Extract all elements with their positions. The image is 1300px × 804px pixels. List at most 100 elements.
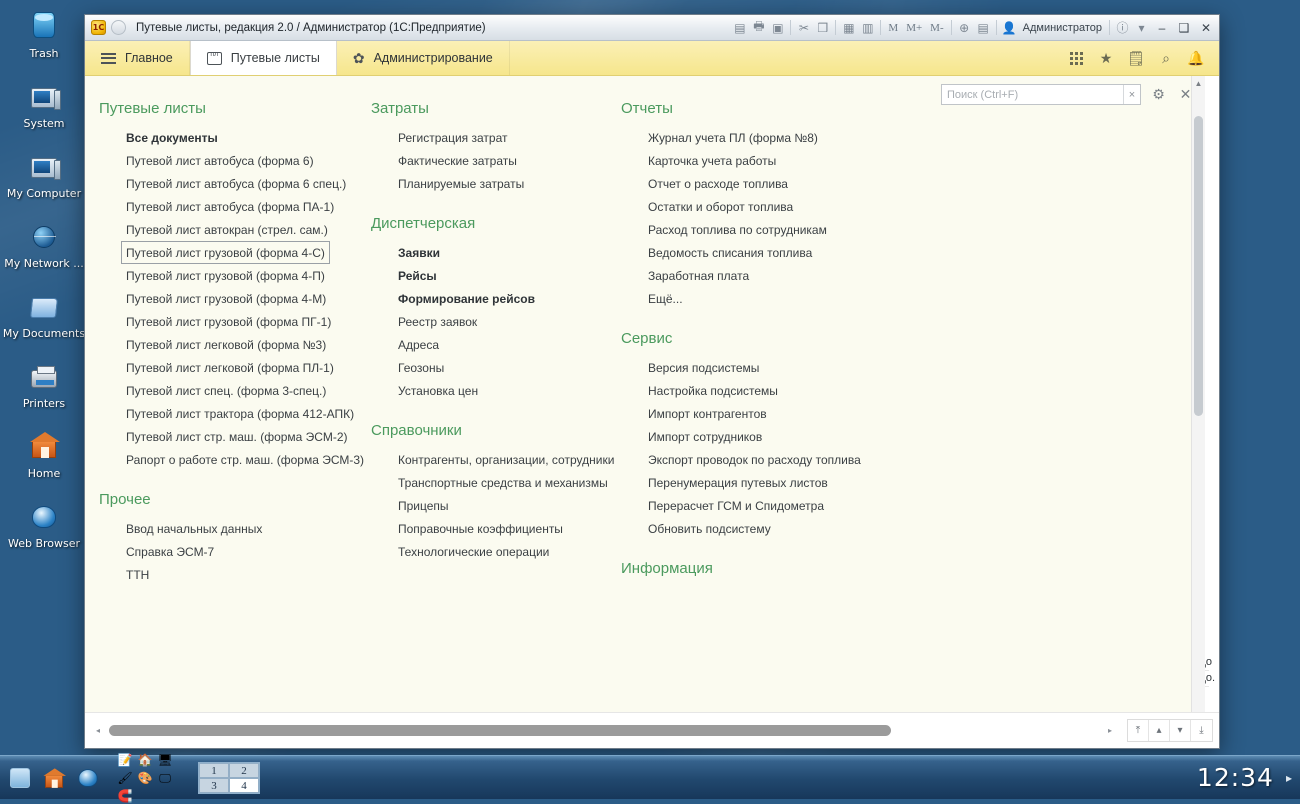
- home-icon[interactable]: 🏠: [136, 752, 154, 768]
- menu-item[interactable]: Путевой лист автобуса (форма 6 спец.): [121, 172, 351, 195]
- menu-item[interactable]: Импорт сотрудников: [643, 425, 767, 448]
- zoom-icon[interactable]: ⊕: [955, 18, 974, 37]
- help-icon[interactable]: ⓘ: [1113, 18, 1132, 37]
- minimize-button[interactable]: –: [1151, 18, 1173, 37]
- menu-item[interactable]: Путевой лист автокран (стрел. сам.): [121, 218, 333, 241]
- taskbar-web-browser-icon[interactable]: [76, 766, 100, 790]
- scrollbar-thumb[interactable]: [109, 725, 891, 736]
- section-main[interactable]: Главное: [85, 41, 190, 75]
- menu-item[interactable]: Путевой лист грузовой (форма ПГ-1): [121, 310, 336, 333]
- apps-grid-icon[interactable]: [1063, 45, 1089, 71]
- menu-item[interactable]: Ввод начальных данных: [121, 517, 267, 540]
- go-first-button[interactable]: ⤒: [1128, 720, 1149, 741]
- menu-item[interactable]: Путевой лист трактора (форма 412-АПК): [121, 402, 359, 425]
- menu-item[interactable]: Контрагенты, организации, сотрудники: [393, 448, 619, 471]
- cut-icon[interactable]: ✂: [794, 18, 813, 37]
- current-user-label[interactable]: Администратор: [1019, 22, 1106, 34]
- go-down-button[interactable]: ▾: [1170, 720, 1191, 741]
- memory-subtract-button[interactable]: M-: [926, 22, 947, 34]
- menu-item[interactable]: Карточка учета работы: [643, 149, 781, 172]
- menu-item[interactable]: Остатки и оборот топлива: [643, 195, 798, 218]
- workspace-1[interactable]: 1: [199, 763, 229, 778]
- paint-icon[interactable]: 🎨: [136, 770, 154, 786]
- menu-item[interactable]: Регистрация затрат: [393, 126, 512, 149]
- back-button[interactable]: [111, 20, 126, 35]
- desktop-icon-home[interactable]: Home: [0, 432, 88, 480]
- save-icon[interactable]: ▤: [730, 18, 749, 37]
- menu-item[interactable]: Путевой лист спец. (форма 3-спец.): [121, 379, 331, 402]
- terminal-icon[interactable]: 🖥: [156, 752, 174, 768]
- menu-item[interactable]: Импорт контрагентов: [643, 402, 772, 425]
- search-input[interactable]: [942, 85, 1123, 104]
- menu-item[interactable]: Путевой лист легковой (форма №3): [121, 333, 331, 356]
- chevron-down-icon[interactable]: ▾: [1132, 18, 1151, 37]
- menu-item[interactable]: Перерасчет ГСМ и Спидометра: [643, 494, 829, 517]
- desktop-icon-web-browser[interactable]: Web Browser: [0, 502, 88, 550]
- menu-item[interactable]: Прицепы: [393, 494, 454, 517]
- menu-item[interactable]: Настройка подсистемы: [643, 379, 783, 402]
- calculator-icon[interactable]: ▦: [839, 18, 858, 37]
- scrollbar-thumb[interactable]: [1194, 116, 1203, 416]
- print-preview-icon[interactable]: ▣: [768, 18, 787, 37]
- menu-item[interactable]: Обновить подсистему: [643, 517, 776, 540]
- panel-vertical-scrollbar[interactable]: ▲ ▼: [1191, 76, 1205, 748]
- menu-item[interactable]: Заработная плата: [643, 264, 754, 287]
- menu-item[interactable]: Технологические операции: [393, 540, 554, 563]
- menu-item-waybill-form-4s[interactable]: Путевой лист грузовой (форма 4-С): [121, 241, 330, 264]
- taskbar-home-icon[interactable]: [42, 766, 66, 790]
- magnet-icon[interactable]: 🧲: [116, 788, 134, 804]
- copy-icon[interactable]: ❒: [813, 18, 832, 37]
- menu-item[interactable]: Путевой лист стр. маш. (форма ЭСМ-2): [121, 425, 353, 448]
- menu-item-trip-formation[interactable]: Формирование рейсов: [393, 287, 540, 310]
- menu-item[interactable]: Справка ЭСМ-7: [121, 540, 219, 563]
- notifications-bell-icon[interactable]: 🔔: [1183, 45, 1209, 71]
- menu-item[interactable]: Экспорт проводок по расходу топлива: [643, 448, 866, 471]
- menu-item[interactable]: Отчет о расходе топлива: [643, 172, 793, 195]
- menu-item[interactable]: Расход топлива по сотрудникам: [643, 218, 832, 241]
- scroll-right-icon[interactable]: ▸: [1103, 724, 1117, 738]
- go-last-button[interactable]: ⤓: [1191, 720, 1212, 741]
- panel-settings-gear-icon[interactable]: ⚙: [1149, 85, 1168, 104]
- desktop-icon-trash[interactable]: Trash: [0, 12, 88, 60]
- menu-item[interactable]: Планируемые затраты: [393, 172, 529, 195]
- menu-item[interactable]: Путевой лист грузовой (форма 4-М): [121, 287, 331, 310]
- menu-item[interactable]: ТТН: [121, 563, 154, 586]
- clear-search-icon[interactable]: ×: [1123, 85, 1140, 104]
- brush-icon[interactable]: 🖌: [116, 770, 134, 786]
- menu-item[interactable]: Геозоны: [393, 356, 449, 379]
- menu-item[interactable]: Журнал учета ПЛ (форма №8): [643, 126, 823, 149]
- menu-item[interactable]: Рапорт о работе стр. маш. (форма ЭСМ-3): [121, 448, 369, 471]
- menu-item[interactable]: Путевой лист автобуса (форма 6): [121, 149, 319, 172]
- calendar-icon[interactable]: ▥: [858, 18, 877, 37]
- workspace-3[interactable]: 3: [199, 778, 229, 793]
- memory-recall-button[interactable]: M: [884, 22, 902, 34]
- workspace-4[interactable]: 4: [229, 778, 259, 793]
- menu-item[interactable]: Поправочные коэффициенты: [393, 517, 568, 540]
- menu-item-trips[interactable]: Рейсы: [393, 264, 442, 287]
- close-button[interactable]: ✕: [1195, 18, 1217, 37]
- section-waybills[interactable]: Путевые листы: [190, 41, 337, 75]
- workspace-2[interactable]: 2: [229, 763, 259, 778]
- start-menu-icon[interactable]: [8, 766, 32, 790]
- tray-expand-icon[interactable]: ▸: [1286, 771, 1300, 785]
- scrollbar-track[interactable]: [109, 725, 1099, 736]
- menu-item-requests[interactable]: Заявки: [393, 241, 445, 264]
- menu-item[interactable]: Ведомость списания топлива: [643, 241, 817, 264]
- memory-add-button[interactable]: M+: [902, 22, 926, 34]
- menu-item-more[interactable]: Ещё...: [643, 287, 688, 310]
- scroll-left-icon[interactable]: ◂: [91, 724, 105, 738]
- clock[interactable]: 12:34: [1185, 763, 1286, 792]
- menu-item[interactable]: Установка цен: [393, 379, 483, 402]
- menu-item[interactable]: Транспортные средства и механизмы: [393, 471, 613, 494]
- menu-item[interactable]: Фактические затраты: [393, 149, 522, 172]
- desktop-icon-printers[interactable]: Printers: [0, 362, 88, 410]
- section-administration[interactable]: ✿ Администрирование: [337, 41, 510, 75]
- menu-item[interactable]: Адреса: [393, 333, 444, 356]
- panel-close-icon[interactable]: ✕: [1176, 85, 1195, 104]
- menu-item[interactable]: Версия подсистемы: [643, 356, 764, 379]
- print-icon[interactable]: 🖶: [749, 18, 768, 37]
- display-icon[interactable]: 🖵: [156, 770, 174, 786]
- desktop-icon-my-computer[interactable]: My Computer: [0, 152, 88, 200]
- menu-item[interactable]: Путевой лист легковой (форма ПЛ-1): [121, 356, 339, 379]
- menu-item[interactable]: Путевой лист грузовой (форма 4-П): [121, 264, 330, 287]
